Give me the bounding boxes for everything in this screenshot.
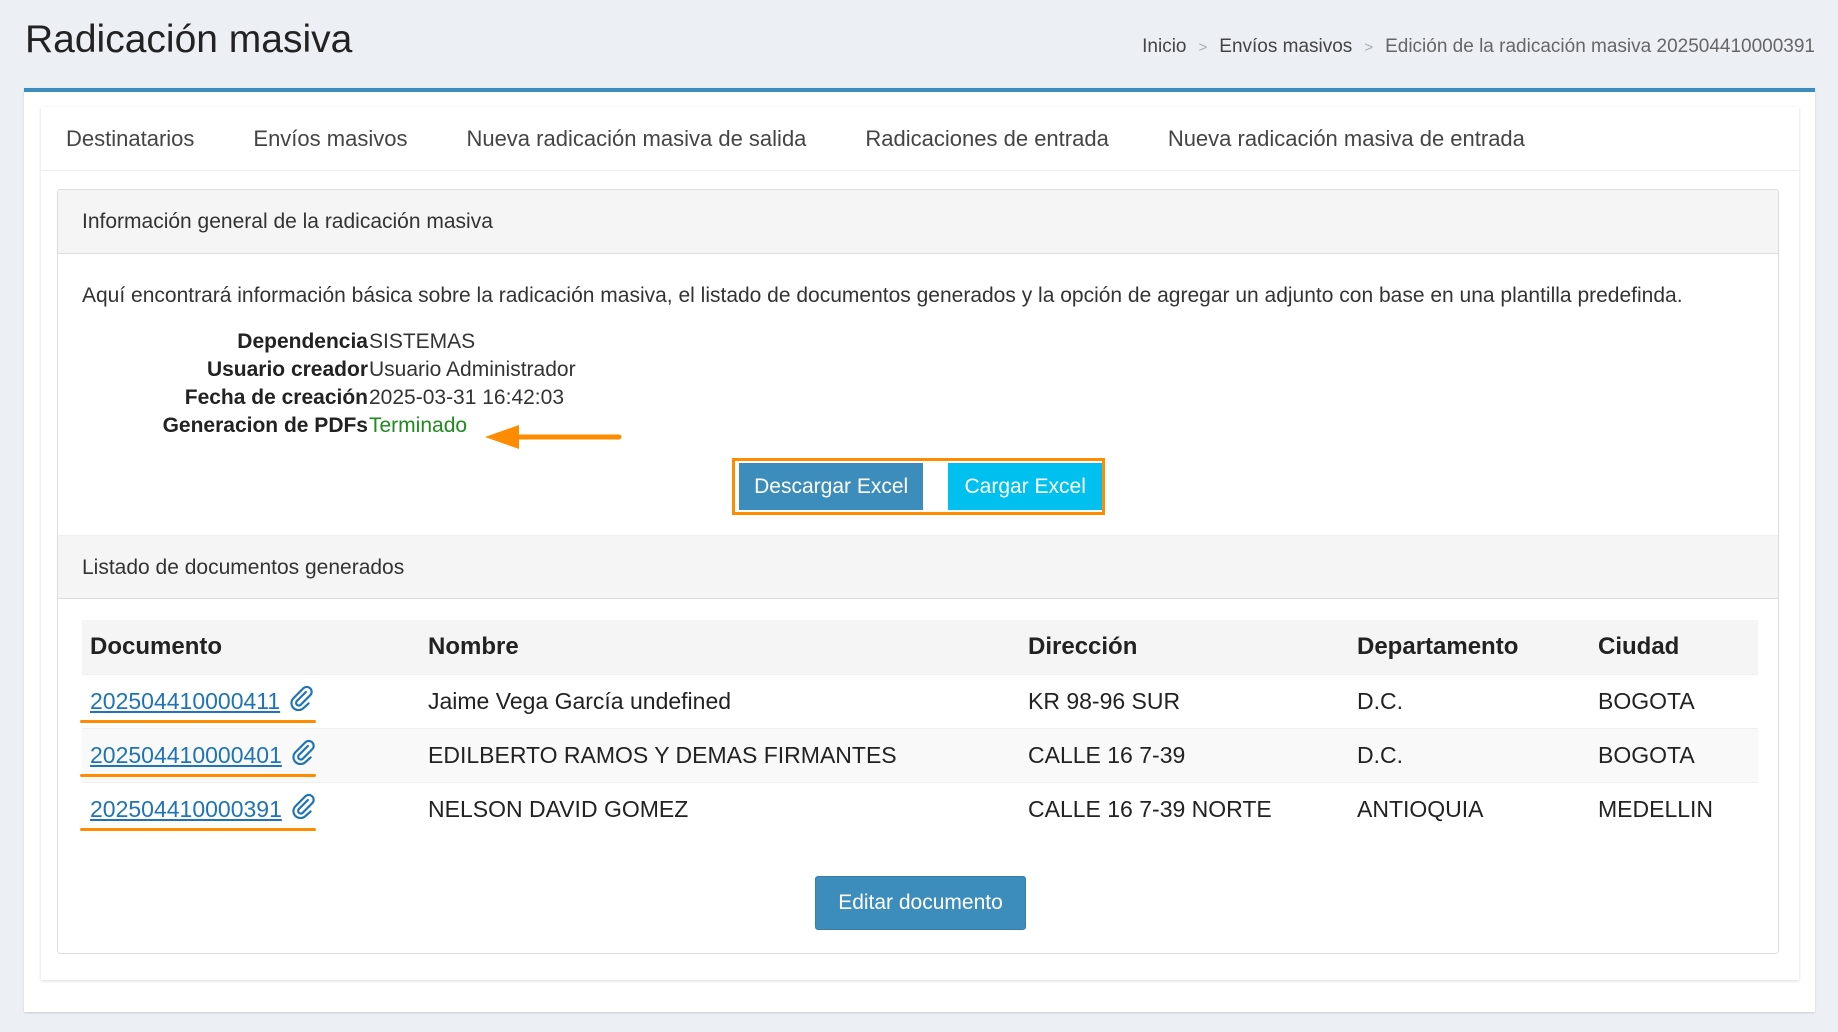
department-cell: D.C. xyxy=(1349,673,1590,728)
paperclip-icon[interactable] xyxy=(290,793,316,825)
upload-excel-button[interactable]: Cargar Excel xyxy=(948,463,1102,510)
document-link[interactable]: 202504410000391 xyxy=(90,796,282,822)
info-value: Usuario Administrador xyxy=(369,358,576,381)
address-cell: CALLE 16 7-39 xyxy=(1020,727,1349,782)
content-box: Destinatarios Envíos masivos Nueva radic… xyxy=(41,107,1799,980)
address-cell: CALLE 16 7-39 NORTE xyxy=(1020,781,1349,836)
address-cell: KR 98-96 SUR xyxy=(1020,673,1349,728)
city-cell: MEDELLIN xyxy=(1590,781,1758,836)
document-cell: 202504410000411 xyxy=(80,673,420,728)
department-cell: ANTIOQUIA xyxy=(1349,781,1590,836)
info-row-usuario: Usuario creador Usuario Administrador xyxy=(58,358,658,388)
annotation-underline xyxy=(80,773,316,777)
nav-tabs: Destinatarios Envíos masivos Nueva radic… xyxy=(41,107,1799,171)
page-header: Radicación masiva Inicio > Envíos masivo… xyxy=(0,0,1838,90)
column-header: Ciudad xyxy=(1590,620,1758,674)
edit-document-button[interactable]: Editar documento xyxy=(815,876,1026,930)
status-badge: Terminado xyxy=(369,414,468,437)
column-header: Documento xyxy=(82,620,420,674)
name-cell: Jaime Vega García undefined xyxy=(420,673,1020,728)
info-value: 2025-03-31 16:42:03 xyxy=(369,386,564,409)
intro-text: Aquí encontrará información básica sobre… xyxy=(82,284,1683,307)
info-value: SISTEMAS xyxy=(369,330,476,353)
table-row: 202504410000391 NELSON DAVID GOMEZ CALLE… xyxy=(80,781,1758,836)
column-header: Dirección xyxy=(1020,620,1349,674)
tab-nueva-radicacion-salida[interactable]: Nueva radicación masiva de salida xyxy=(466,126,806,152)
column-header: Departamento xyxy=(1349,620,1590,674)
breadcrumb-current: Edición de la radicación masiva 20250441… xyxy=(1385,36,1815,57)
city-cell: BOGOTA xyxy=(1590,673,1758,728)
info-label: Generacion de PDFs xyxy=(162,414,368,437)
document-cell: 202504410000391 xyxy=(80,781,420,836)
breadcrumb-separator: > xyxy=(1198,38,1208,56)
tab-destinatarios[interactable]: Destinatarios xyxy=(66,126,194,152)
document-link[interactable]: 202504410000411 xyxy=(90,688,280,714)
arrow-left-icon xyxy=(485,425,622,449)
main-box: Destinatarios Envíos masivos Nueva radic… xyxy=(24,88,1815,1012)
name-cell: EDILBERTO RAMOS Y DEMAS FIRMANTES xyxy=(420,727,1020,782)
table-header-row: Documento Nombre Dirección Departamento … xyxy=(82,620,1758,674)
documents-table: Documento Nombre Dirección Departamento … xyxy=(80,620,1758,836)
paperclip-icon[interactable] xyxy=(290,739,316,771)
breadcrumb: Inicio > Envíos masivos > Edición de la … xyxy=(1142,36,1815,58)
city-cell: BOGOTA xyxy=(1590,727,1758,782)
breadcrumb-separator: > xyxy=(1364,38,1374,56)
document-cell: 202504410000401 xyxy=(80,727,420,782)
column-header: Nombre xyxy=(420,620,1020,674)
document-link[interactable]: 202504410000401 xyxy=(90,742,282,768)
info-row-fecha: Fecha de creación 2025-03-31 16:42:03 xyxy=(58,386,658,416)
info-label: Usuario creador xyxy=(206,358,368,381)
download-excel-button[interactable]: Descargar Excel xyxy=(739,463,924,510)
info-panel: Información general de la radicación mas… xyxy=(57,189,1779,954)
breadcrumb-home[interactable]: Inicio xyxy=(1142,36,1186,58)
table-row: 202504410000401 EDILBERTO RAMOS Y DEMAS … xyxy=(80,727,1758,782)
tab-envios-masivos[interactable]: Envíos masivos xyxy=(253,126,407,152)
excel-button-group: Descargar Excel Cargar Excel xyxy=(732,458,1105,515)
page-title: Radicación masiva xyxy=(25,18,353,61)
annotation-underline xyxy=(80,828,316,831)
table-row: 202504410000411 Jaime Vega García undefi… xyxy=(80,673,1758,728)
tab-radicaciones-entrada[interactable]: Radicaciones de entrada xyxy=(865,126,1108,152)
annotation-underline xyxy=(80,719,316,723)
paperclip-icon[interactable] xyxy=(288,685,314,717)
info-label: Dependencia xyxy=(237,330,368,353)
breadcrumb-envios[interactable]: Envíos masivos xyxy=(1219,36,1352,58)
tab-nueva-radicacion-entrada[interactable]: Nueva radicación masiva de entrada xyxy=(1168,126,1525,152)
info-row-dependencia: Dependencia SISTEMAS xyxy=(58,330,658,360)
info-label: Fecha de creación xyxy=(184,386,368,409)
department-cell: D.C. xyxy=(1349,727,1590,782)
general-info-heading: Información general de la radicación mas… xyxy=(58,190,1778,254)
documents-heading: Listado de documentos generados xyxy=(58,535,1778,599)
name-cell: NELSON DAVID GOMEZ xyxy=(420,781,1020,836)
